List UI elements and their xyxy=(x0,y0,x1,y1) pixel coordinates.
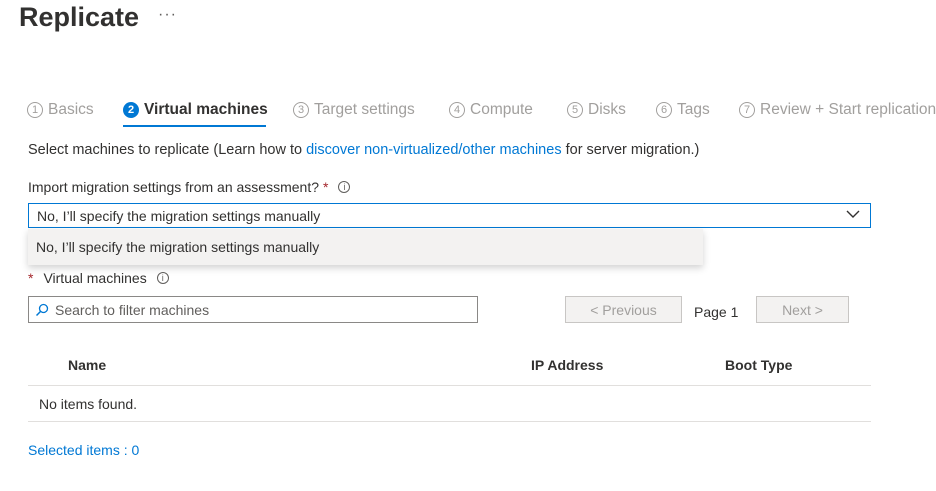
tab-review-start-replication[interactable]: 7 Review + Start replication xyxy=(739,96,936,124)
step-label: Disks xyxy=(588,101,626,118)
active-tab-indicator xyxy=(123,125,266,127)
step-number: 7 xyxy=(739,102,755,118)
dropdown-option-label: No, I’ll specify the migration settings … xyxy=(36,239,320,255)
step-number: 2 xyxy=(123,102,139,118)
discover-machines-link[interactable]: discover non-virtualized/other machines xyxy=(306,142,562,158)
tab-virtual-machines[interactable]: 2 Virtual machines xyxy=(123,96,268,124)
selected-items-link[interactable]: Selected items : 0 xyxy=(28,442,139,458)
tab-tags[interactable]: 6 Tags xyxy=(656,96,710,124)
step-number: 5 xyxy=(567,102,583,118)
step-label: Compute xyxy=(470,101,533,118)
import-settings-dropdown[interactable]: No, I’ll specify the migration settings … xyxy=(28,203,871,228)
search-input[interactable]: Search to filter machines xyxy=(28,296,478,323)
required-asterisk: * xyxy=(323,179,329,195)
page-indicator: Page 1 xyxy=(694,304,739,320)
tab-compute[interactable]: 4 Compute xyxy=(449,96,533,124)
search-placeholder: Search to filter machines xyxy=(55,301,210,318)
step-number: 4 xyxy=(449,102,465,118)
search-icon xyxy=(35,303,49,316)
info-icon[interactable]: i xyxy=(338,181,351,193)
chevron-down-icon xyxy=(846,210,860,218)
virtual-machines-label: * Virtual machines i xyxy=(28,270,169,286)
step-number: 6 xyxy=(656,102,672,118)
next-page-button[interactable]: Next > xyxy=(756,296,849,323)
step-label: Review + Start replication xyxy=(760,101,936,118)
required-asterisk: * xyxy=(28,270,34,286)
step-number: 1 xyxy=(27,102,43,118)
tab-basics[interactable]: 1 Basics xyxy=(27,96,94,124)
column-header-name[interactable]: Name xyxy=(68,357,106,373)
step-label: Tags xyxy=(677,101,710,118)
dropdown-option[interactable]: No, I’ll specify the migration settings … xyxy=(28,229,703,265)
virtual-machines-label-text: Virtual machines xyxy=(43,270,147,286)
empty-table-message: No items found. xyxy=(39,396,138,412)
wizard-steps: 1 Basics 2 Virtual machines 3 Target set… xyxy=(27,96,936,128)
instructions-text: Select machines to replicate (Learn how … xyxy=(28,142,699,158)
previous-page-button[interactable]: < Previous xyxy=(565,296,682,323)
import-settings-label-text: Import migration settings from an assess… xyxy=(28,179,320,195)
step-label: Basics xyxy=(48,101,94,118)
tab-target-settings[interactable]: 3 Target settings xyxy=(293,96,415,124)
dropdown-selected-value: No, I’ll specify the migration settings … xyxy=(37,207,321,224)
page-title: Replicate xyxy=(19,2,140,32)
instructions-prefix: Select machines to replicate (Learn how … xyxy=(28,142,307,158)
step-label: Virtual machines xyxy=(144,101,268,118)
table-header-divider xyxy=(28,385,871,386)
step-label: Target settings xyxy=(314,101,415,118)
table-bottom-divider xyxy=(28,421,871,422)
info-icon[interactable]: i xyxy=(156,272,169,284)
more-options-icon[interactable]: ··· xyxy=(158,6,177,24)
instructions-suffix: for server migration.) xyxy=(561,142,700,158)
import-settings-label: Import migration settings from an assess… xyxy=(28,179,351,195)
tab-disks[interactable]: 5 Disks xyxy=(567,96,626,124)
column-header-boot-type[interactable]: Boot Type xyxy=(725,357,792,373)
step-number: 3 xyxy=(293,102,309,118)
column-header-ip-address[interactable]: IP Address xyxy=(531,357,603,373)
